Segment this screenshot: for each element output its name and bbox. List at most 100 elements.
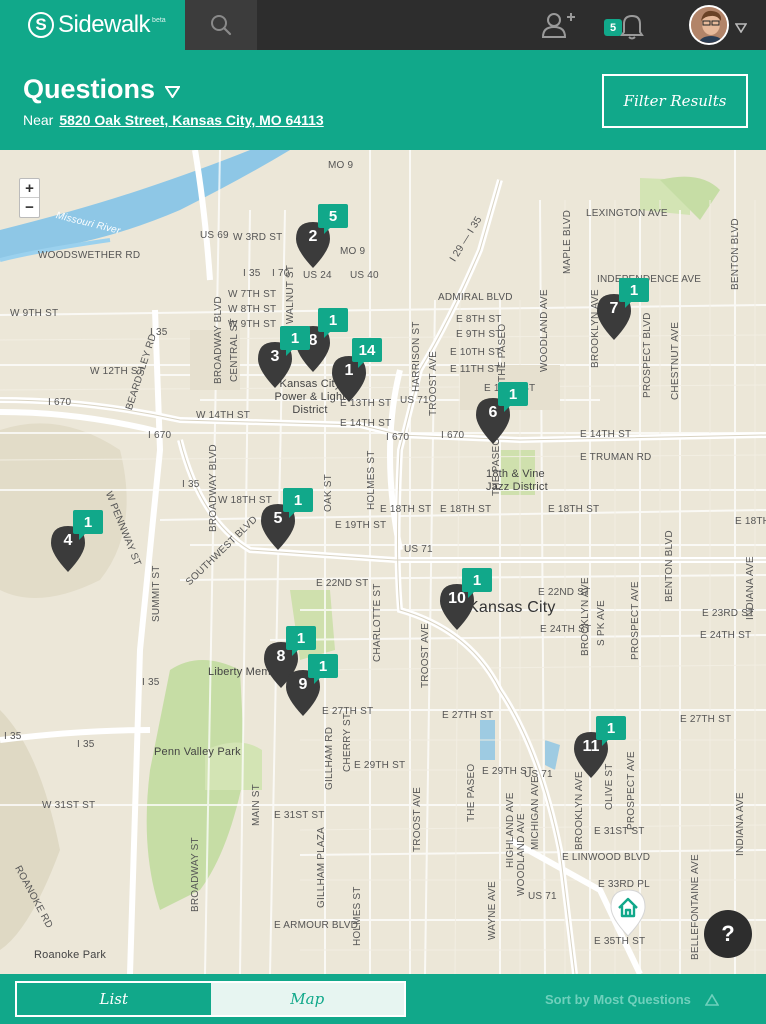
question-count-badge: 1 — [318, 308, 348, 338]
map-label: US 71 — [528, 891, 557, 902]
app-root: S Sidewalk beta 5 Questions Near 5820 Oa… — [0, 0, 766, 1024]
question-count-badge: 14 — [352, 338, 382, 368]
map-label: WALNUT ST — [285, 264, 296, 324]
map-label: CHARLOTTE ST — [372, 583, 383, 662]
map-label: E 14TH ST — [340, 418, 392, 429]
map-label: HOLMES ST — [352, 886, 363, 946]
map-label: MICHIGAN AVE — [530, 776, 541, 850]
map-label: CHERRY ST — [342, 712, 353, 772]
near-label: Near — [23, 112, 54, 128]
map-label: HIGHLAND AVE — [505, 792, 516, 868]
question-pin[interactable]: 9 1 — [284, 654, 338, 718]
add-user-button[interactable] — [540, 10, 576, 40]
filter-results-button[interactable]: Filter Results — [602, 74, 748, 128]
question-count-badge: 1 — [462, 568, 492, 598]
map-label: WOODLAND AVE — [516, 813, 527, 896]
notifications-button[interactable]: 5 — [604, 10, 646, 40]
location-line: Near 5820 Oak Street, Kansas City, MO 64… — [23, 112, 324, 128]
question-pin[interactable]: 1 14 — [330, 338, 382, 404]
map-label: WOODSWETHER RD — [38, 250, 141, 261]
map-label: E TRUMAN RD — [580, 452, 652, 463]
map-label: WOODLAND AVE — [539, 289, 550, 372]
map-label: E 14TH ST — [580, 429, 632, 440]
map-label: TROOST AVE — [412, 787, 423, 852]
map-label: MAIN ST — [251, 784, 262, 826]
search-icon — [211, 15, 232, 36]
question-count-badge: 1 — [596, 716, 626, 746]
map-label: INDIANA AVE — [745, 556, 756, 620]
map-label: Penn Valley Park — [154, 746, 241, 758]
question-pin[interactable]: 11 1 — [572, 716, 626, 780]
question-count-badge: 1 — [283, 488, 313, 518]
question-count-badge: 1 — [498, 382, 528, 412]
bell-icon — [620, 14, 644, 40]
map-label: CENTRAL ST — [229, 318, 240, 382]
question-pin[interactable]: 6 1 — [474, 382, 528, 446]
map-view[interactable]: + − Missouri River US 69 W 3RD ST WOODSW… — [0, 150, 766, 974]
map-label: LEXINGTON AVE — [586, 208, 668, 219]
sidewalk-logo[interactable]: S Sidewalk beta — [0, 0, 185, 50]
question-count-badge: 1 — [619, 278, 649, 308]
map-label: I 35 — [77, 739, 95, 750]
question-pin[interactable]: 10 1 — [438, 568, 492, 632]
map-label: BROADWAY BLVD — [213, 296, 224, 384]
map-label: Kansas City — [468, 599, 556, 616]
map-label: MO 9 — [328, 160, 354, 171]
map-label: MAPLE BLVD — [562, 209, 573, 274]
map-label: W 14TH ST — [196, 410, 251, 421]
question-count-badge: 1 — [280, 326, 310, 356]
map-label: I 670 — [148, 430, 172, 441]
map-label: E 11TH ST — [450, 364, 501, 375]
user-menu-caret[interactable] — [734, 20, 748, 38]
map-label: US 71 — [400, 395, 429, 406]
question-pin[interactable]: 4 1 — [49, 510, 103, 574]
map-label: TROOST AVE — [420, 623, 431, 688]
map-view-button[interactable]: Map — [210, 983, 404, 1015]
map-label: HOLMES ST — [366, 450, 377, 510]
map-label: I 35 — [4, 731, 22, 742]
sort-button[interactable]: Sort by Most Questions — [545, 992, 719, 1007]
map-label: WAYNE AVE — [487, 881, 498, 940]
map-label: W 31ST ST — [42, 800, 96, 811]
map-label: E 10TH ST — [450, 347, 502, 358]
map-label: E 24TH ST — [700, 630, 752, 641]
home-location-marker[interactable] — [608, 888, 648, 938]
question-pin[interactable]: 7 1 — [595, 278, 649, 342]
map-label: I 670 — [48, 397, 72, 408]
view-toggle: List Map — [15, 981, 406, 1017]
questions-dropdown[interactable]: Questions — [23, 74, 181, 105]
address-link[interactable]: 5820 Oak Street, Kansas City, MO 64113 — [59, 112, 323, 128]
triangle-down-icon — [165, 85, 181, 98]
map-label: CHESTNUT AVE — [670, 321, 681, 400]
logo-text: Sidewalk — [58, 11, 151, 38]
logo-beta: beta — [152, 16, 166, 24]
bottom-bar: List Map Sort by Most Questions — [0, 974, 766, 1024]
logo-s-icon: S — [28, 12, 54, 38]
question-pin[interactable]: 2 5 — [294, 204, 348, 270]
page-title: Questions — [23, 74, 156, 104]
question-pin[interactable]: 5 1 — [259, 488, 313, 552]
map-label: E 18TH ST — [440, 504, 492, 515]
map-label: BROOKLYN AVE — [580, 577, 591, 656]
zoom-out-button[interactable]: − — [20, 198, 39, 217]
map-label: GILLHAM RD — [324, 726, 335, 790]
question-count-badge: 1 — [73, 510, 103, 540]
triangle-up-icon — [704, 993, 719, 1006]
zoom-in-button[interactable]: + — [20, 179, 39, 198]
map-label: E 29TH ST — [482, 766, 534, 777]
top-bar: S Sidewalk beta 5 — [0, 0, 766, 50]
map-label: INDEPENDENCE AVE — [597, 274, 702, 285]
map-label: BENTON BLVD — [664, 530, 675, 602]
list-view-button[interactable]: List — [17, 983, 211, 1015]
map-label: SUMMIT ST — [151, 565, 162, 622]
home-icon — [610, 889, 646, 937]
map-label: E 27TH ST — [442, 710, 494, 721]
question-count-badge: 5 — [318, 204, 348, 234]
user-avatar[interactable] — [689, 5, 729, 45]
help-button[interactable]: ? — [704, 910, 752, 958]
question-pin[interactable]: 3 1 — [256, 326, 310, 390]
map-label: BELLEFONTAINE AVE — [690, 854, 701, 960]
map-label: E 19TH ST — [335, 520, 387, 531]
search-button[interactable] — [185, 0, 257, 50]
map-label: US 24 — [303, 270, 332, 281]
